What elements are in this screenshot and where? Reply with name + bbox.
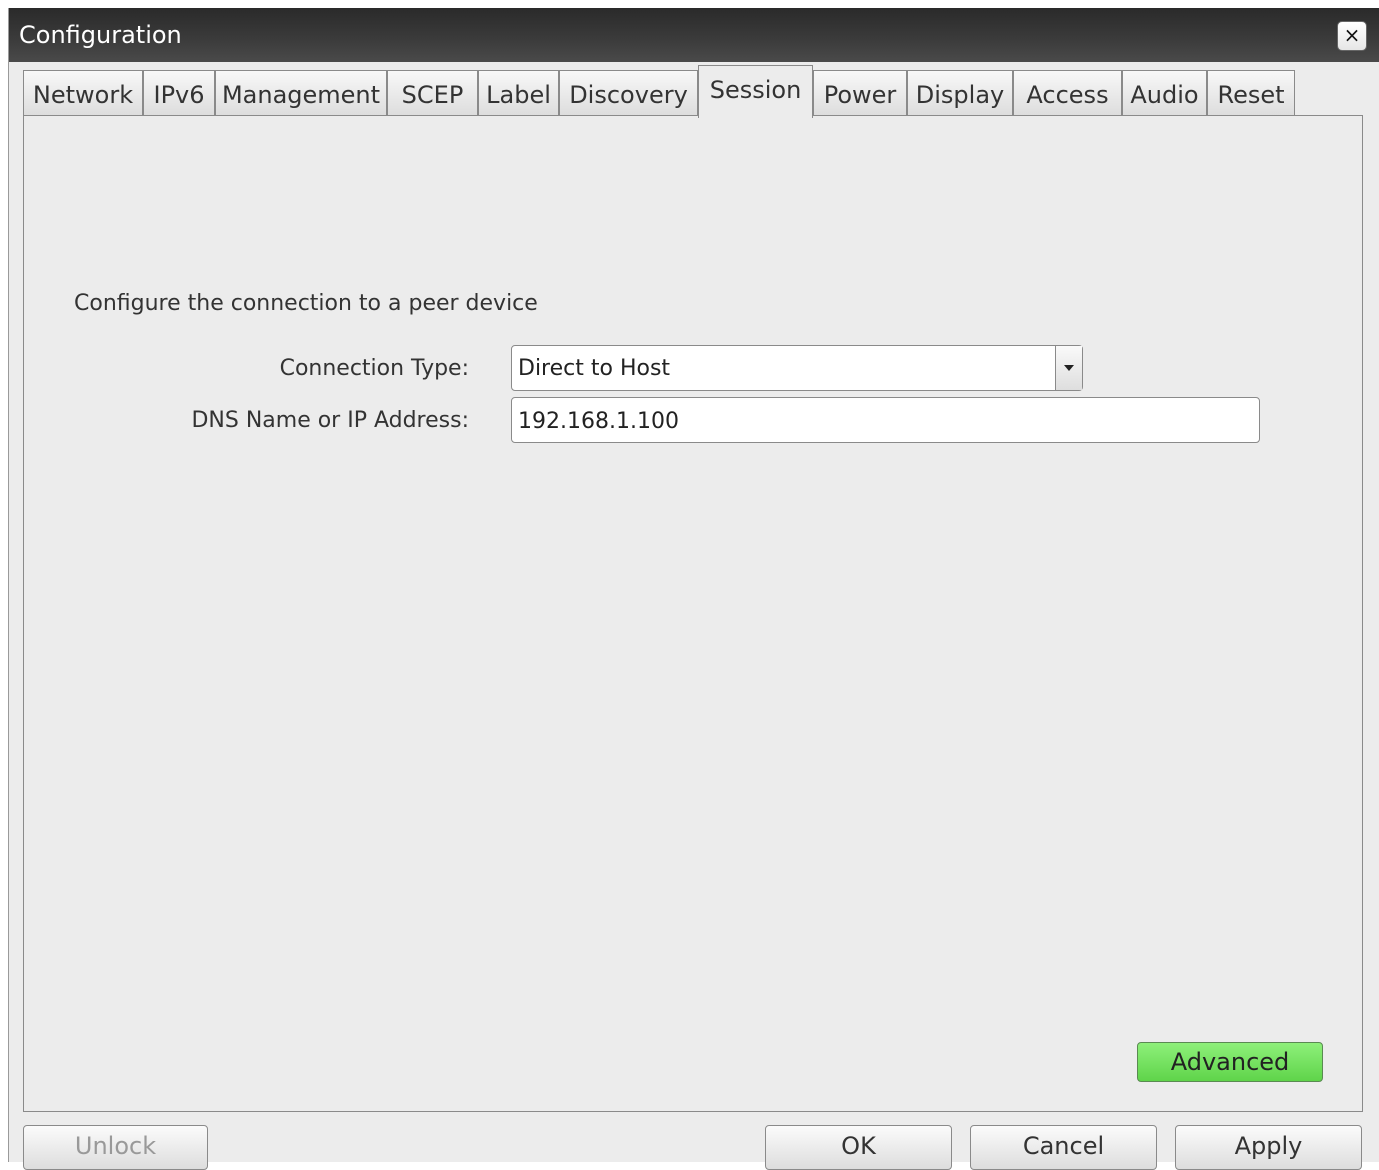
tab-display[interactable]: Display bbox=[907, 70, 1013, 117]
window-title: Configuration bbox=[19, 21, 182, 49]
advanced-button[interactable]: Advanced bbox=[1137, 1042, 1323, 1082]
tab-scep[interactable]: SCEP bbox=[387, 70, 478, 117]
tab-discovery[interactable]: Discovery bbox=[559, 70, 698, 117]
connection-type-value: Direct to Host bbox=[518, 356, 671, 381]
title-bar: Configuration × bbox=[9, 8, 1379, 62]
connection-type-select[interactable]: Direct to Host bbox=[511, 345, 1083, 391]
chevron-down-icon[interactable] bbox=[1055, 346, 1082, 390]
tab-bar: Network IPv6 Management SCEP Label Disco… bbox=[23, 65, 1379, 118]
dns-label: DNS Name or IP Address: bbox=[191, 408, 469, 433]
intro-text: Configure the connection to a peer devic… bbox=[74, 291, 538, 316]
close-icon[interactable]: × bbox=[1337, 21, 1367, 51]
tab-network[interactable]: Network bbox=[23, 70, 143, 117]
tab-power[interactable]: Power bbox=[813, 70, 907, 117]
unlock-button[interactable]: Unlock bbox=[23, 1125, 208, 1170]
connection-type-label: Connection Type: bbox=[279, 356, 469, 381]
ok-button[interactable]: OK bbox=[765, 1125, 952, 1170]
session-panel: Configure the connection to a peer devic… bbox=[23, 115, 1363, 1112]
tab-reset[interactable]: Reset bbox=[1207, 70, 1295, 117]
tab-label[interactable]: Label bbox=[478, 70, 559, 117]
tab-management[interactable]: Management bbox=[215, 70, 387, 117]
configuration-window: Configuration × Network IPv6 Management … bbox=[8, 8, 1379, 1170]
apply-button[interactable]: Apply bbox=[1175, 1125, 1362, 1170]
tab-session[interactable]: Session bbox=[698, 65, 813, 118]
dns-input[interactable]: 192.168.1.100 bbox=[511, 397, 1260, 443]
tab-audio[interactable]: Audio bbox=[1122, 70, 1207, 117]
tab-ipv6[interactable]: IPv6 bbox=[143, 70, 215, 117]
cancel-button[interactable]: Cancel bbox=[970, 1125, 1157, 1170]
tab-access[interactable]: Access bbox=[1013, 70, 1122, 117]
